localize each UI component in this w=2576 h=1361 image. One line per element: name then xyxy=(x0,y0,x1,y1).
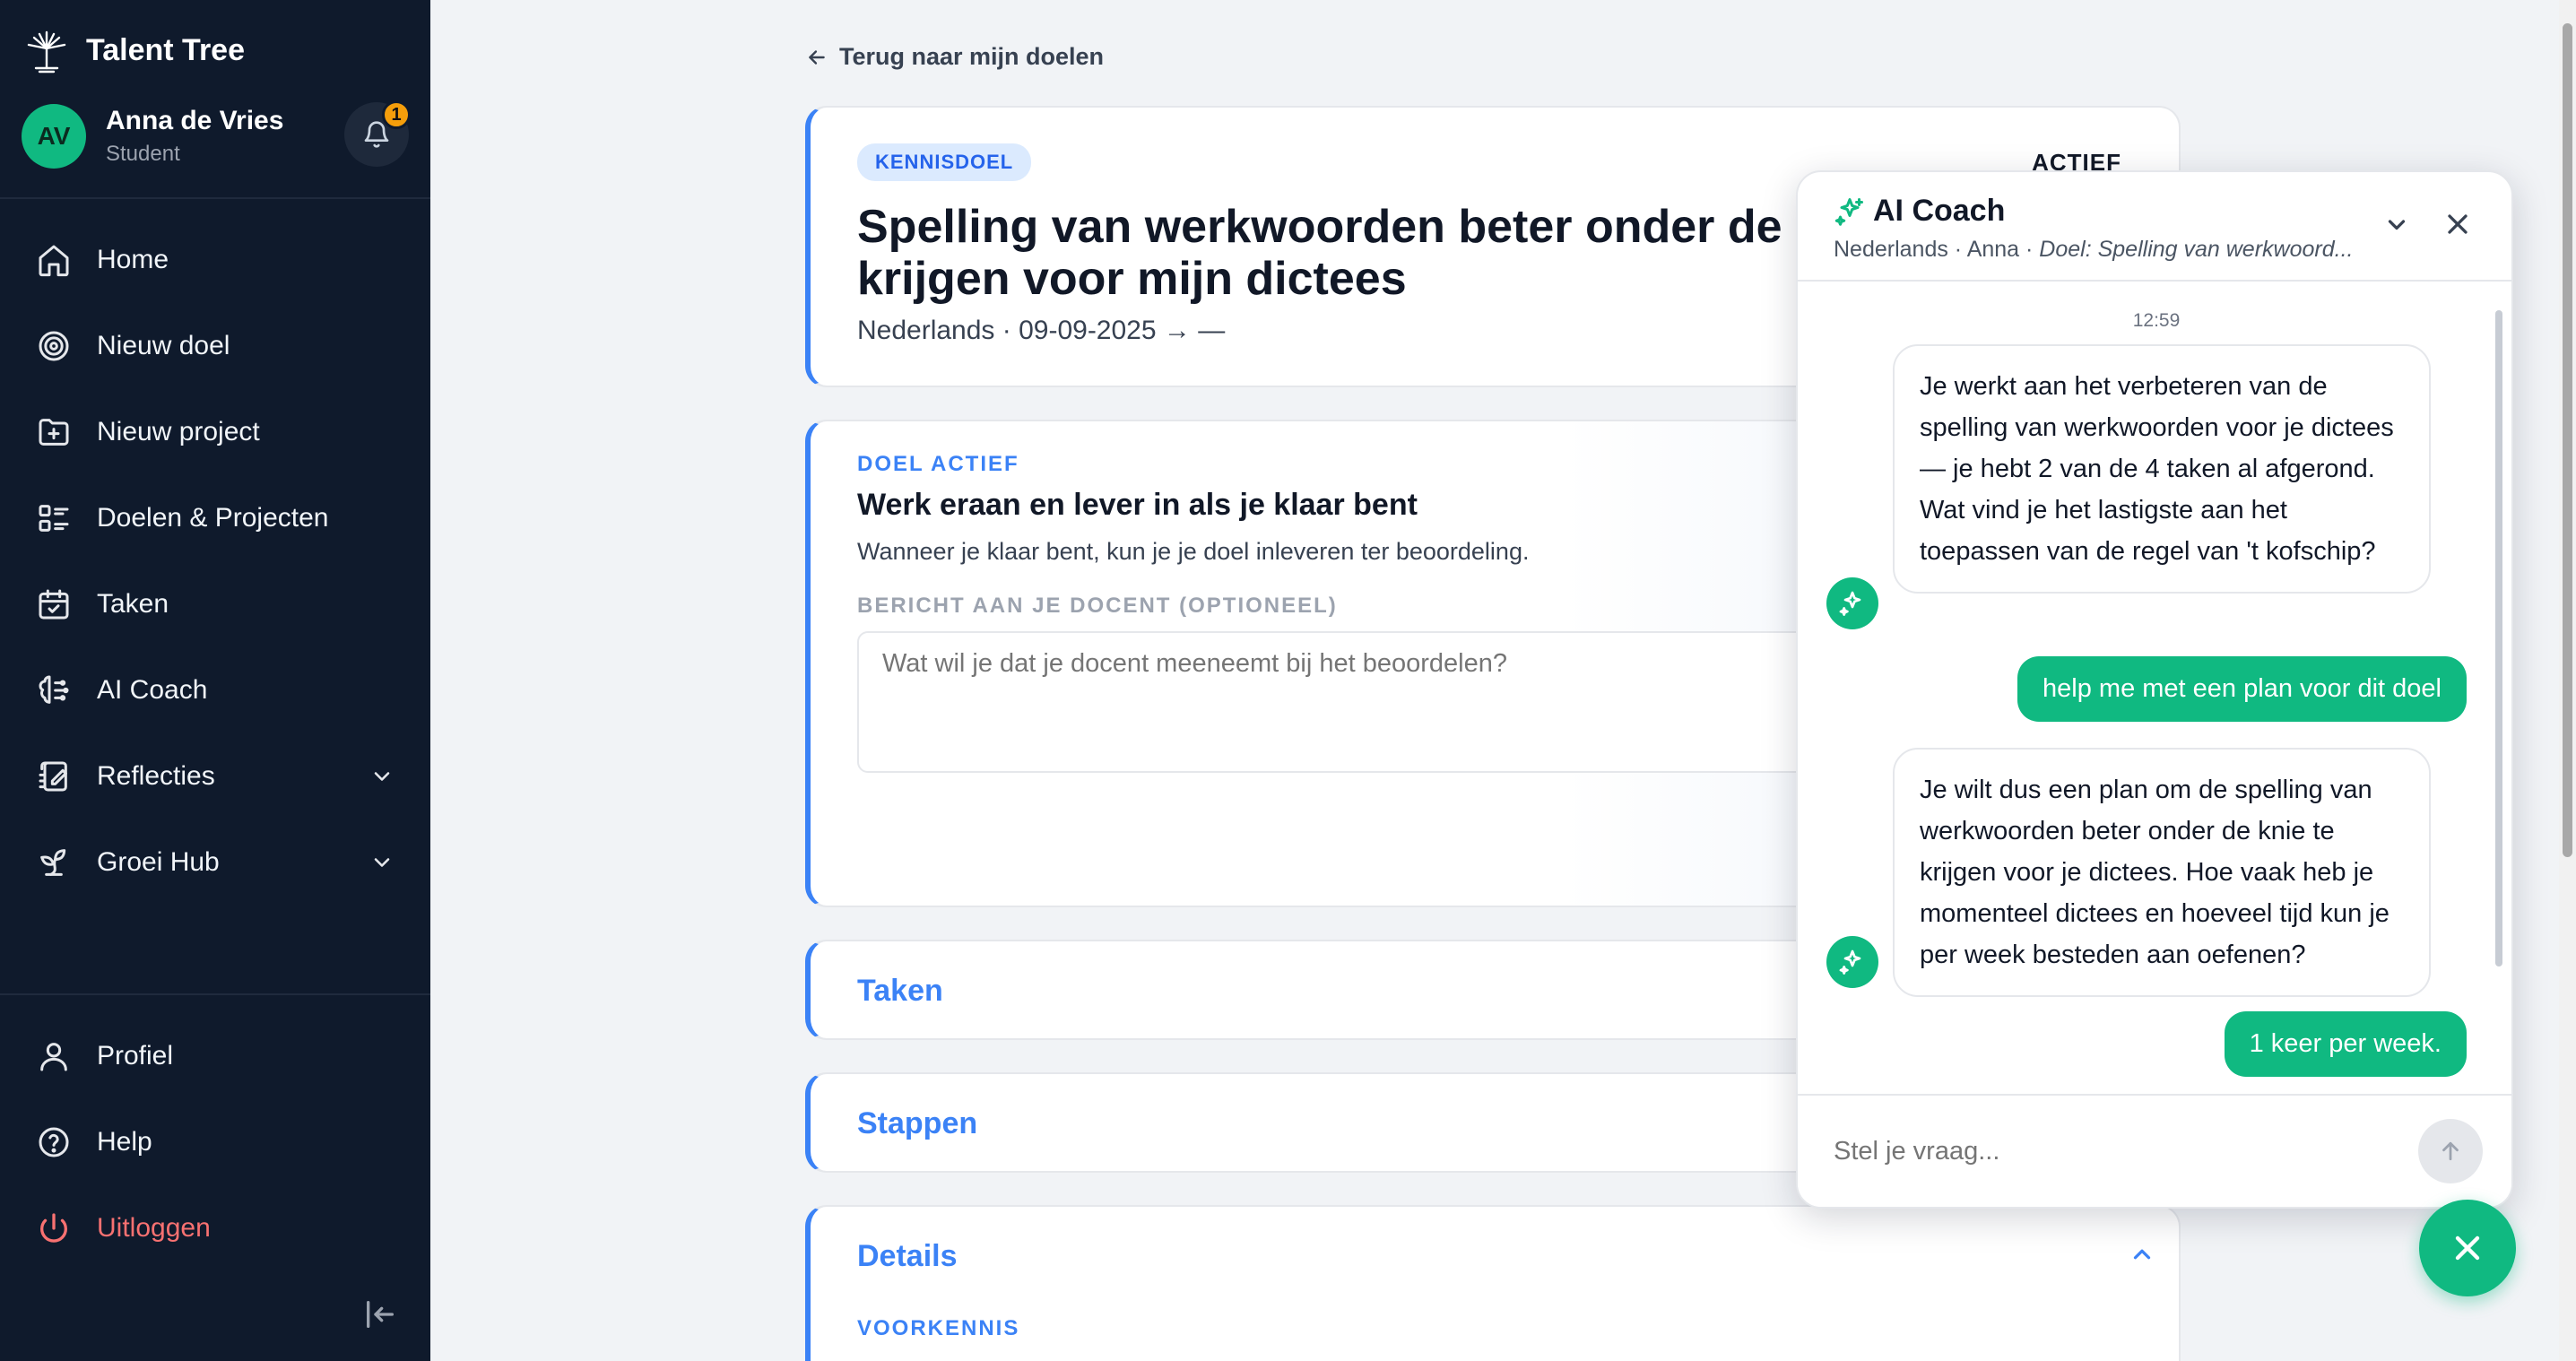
section-taken-title: Taken xyxy=(857,974,943,1008)
sidebar-item-label: Uitloggen xyxy=(97,1213,211,1243)
ai-message: Je werkt aan het verbeteren van de spell… xyxy=(1893,344,2431,594)
chat-input[interactable] xyxy=(1834,1123,2363,1180)
bot-avatar xyxy=(1826,577,1878,629)
sidebar-item-label: Home xyxy=(97,245,169,274)
ai-coach-chat-panel: AI Coach Nederlands · Anna · Doel: Spell… xyxy=(1796,170,2513,1209)
chat-context-goal: Doel: Spelling van werkwoord... xyxy=(2039,237,2354,262)
message-label: BERICHT AAN JE DOCENT (OPTIONEEL) xyxy=(857,594,1338,618)
user-name: Anna de Vries xyxy=(106,106,284,135)
notifications-button[interactable]: 1 xyxy=(344,100,411,167)
voorkennis-label: VOORKENNIS xyxy=(857,1316,1020,1340)
sidebar-item-uitloggen[interactable]: Uitloggen xyxy=(0,1185,430,1271)
sidebar-item-nieuw-project[interactable]: Nieuw project xyxy=(0,389,430,475)
sidebar: Talent Tree AV Anna de Vries Student 1 H… xyxy=(0,0,430,1361)
brand-name: Talent Tree xyxy=(86,32,245,67)
bottom-nav: Profiel Help Uitloggen xyxy=(0,1013,430,1271)
user-profile: AV Anna de Vries Student xyxy=(22,104,283,169)
chevron-down-icon xyxy=(374,858,390,867)
sidebar-item-doelen-projecten[interactable]: Doelen & Projecten xyxy=(0,475,430,561)
calendar-check-icon xyxy=(39,589,69,620)
sidebar-item-label: Doelen & Projecten xyxy=(97,503,329,533)
sidebar-item-nieuw-doel[interactable]: Nieuw doel xyxy=(0,303,430,389)
chat-scroll-thumb[interactable] xyxy=(2495,310,2502,967)
sidebar-item-label: Reflecties xyxy=(97,761,215,791)
sidebar-item-label: Nieuw project xyxy=(97,417,260,446)
bot-avatar xyxy=(1826,936,1878,988)
chevron-up-icon[interactable] xyxy=(2129,1241,2155,1268)
goal-meta: Nederlands · 09-09-2025 → — xyxy=(857,316,1226,345)
back-link[interactable]: Terug naar mijn doelen xyxy=(805,43,1104,71)
sidebar-item-label: Nieuw doel xyxy=(97,331,230,360)
sidebar-item-groei-hub[interactable]: Groei Hub xyxy=(0,819,430,906)
chat-header: AI Coach Nederlands · Anna · Doel: Spell… xyxy=(1798,172,2511,282)
user-message: help me met een plan voor dit doel xyxy=(2017,656,2467,722)
close-chat-button[interactable] xyxy=(2419,1200,2516,1296)
avatar: AV xyxy=(22,104,86,169)
page-title: Spelling van werkwoorden beter onder de … xyxy=(857,201,1889,305)
tree-logo-icon xyxy=(27,30,66,74)
sidebar-item-help[interactable]: Help xyxy=(0,1099,430,1185)
page-scrollbar[interactable] xyxy=(2559,0,2576,1361)
user-icon xyxy=(40,1043,67,1071)
user-role: Student xyxy=(106,142,180,166)
list-icon xyxy=(39,505,69,532)
close-icon[interactable] xyxy=(2442,208,2474,240)
main-nav: Home Nieuw doel Nieuw project Doelen & P… xyxy=(0,217,430,906)
message-timestamp: 12:59 xyxy=(2132,310,2181,331)
target-icon xyxy=(39,331,69,361)
chat-footer xyxy=(1798,1094,2511,1207)
sprout-icon xyxy=(40,849,66,876)
back-link-label: Terug naar mijn doelen xyxy=(839,43,1105,70)
sparkles-icon xyxy=(1839,949,1861,975)
notification-badge: 1 xyxy=(382,100,411,129)
chat-context-prefix: Nederlands · Anna · xyxy=(1834,237,2040,262)
goal-type-badge: KENNISDOEL xyxy=(857,143,1032,181)
sidebar-item-label: AI Coach xyxy=(97,675,208,705)
active-eyebrow: DOEL ACTIEF xyxy=(857,452,1019,476)
divider xyxy=(0,197,430,199)
section-details-title[interactable]: Details xyxy=(857,1239,958,1274)
submit-subtitle: Wanneer je klaar bent, kun je je doel in… xyxy=(857,538,1530,565)
close-icon xyxy=(2455,1235,2480,1261)
chat-title: AI Coach xyxy=(1873,194,2006,228)
user-message: 1 keer per week. xyxy=(2224,1011,2467,1077)
ai-message: Je wilt dus een plan om de spelling van … xyxy=(1893,748,2431,997)
divider xyxy=(0,993,430,995)
arrow-up-icon xyxy=(2442,1141,2459,1161)
folder-plus-icon xyxy=(39,419,69,446)
collapse-sidebar-icon[interactable] xyxy=(362,1296,398,1332)
sidebar-item-label: Profiel xyxy=(97,1041,174,1071)
brain-icon xyxy=(39,675,69,704)
chat-scrollbar[interactable] xyxy=(2495,287,2502,1108)
section-stappen-title: Stappen xyxy=(857,1106,978,1140)
arrow-left-icon xyxy=(809,49,825,65)
sidebar-item-ai-coach[interactable]: AI Coach xyxy=(0,647,430,733)
sidebar-item-home[interactable]: Home xyxy=(0,217,430,303)
home-icon xyxy=(39,245,69,277)
brand[interactable]: Talent Tree xyxy=(22,25,245,75)
sidebar-item-taken[interactable]: Taken xyxy=(0,561,430,647)
edit-icon xyxy=(39,761,67,792)
sparkles-icon xyxy=(1839,591,1861,616)
send-button[interactable] xyxy=(2418,1119,2483,1183)
sidebar-item-label: Groei Hub xyxy=(97,847,220,877)
page-scroll-thumb[interactable] xyxy=(2563,23,2572,857)
sidebar-item-reflecties[interactable]: Reflecties xyxy=(0,733,430,819)
sidebar-item-profiel[interactable]: Profiel xyxy=(0,1013,430,1099)
chevron-down-icon xyxy=(374,772,390,781)
submit-title: Werk eraan en lever in als je klaar bent xyxy=(857,488,1418,522)
chat-context: Nederlands · Anna · Doel: Spelling van w… xyxy=(1834,237,2390,263)
sparkles-icon xyxy=(1834,198,1863,226)
help-icon xyxy=(39,1127,69,1157)
section-details: Details VOORKENNIS xyxy=(805,1205,2181,1361)
minimize-chevron-icon[interactable] xyxy=(2381,208,2413,240)
power-icon xyxy=(40,1213,67,1243)
sidebar-item-label: Help xyxy=(97,1127,152,1157)
sidebar-item-label: Taken xyxy=(97,589,169,619)
